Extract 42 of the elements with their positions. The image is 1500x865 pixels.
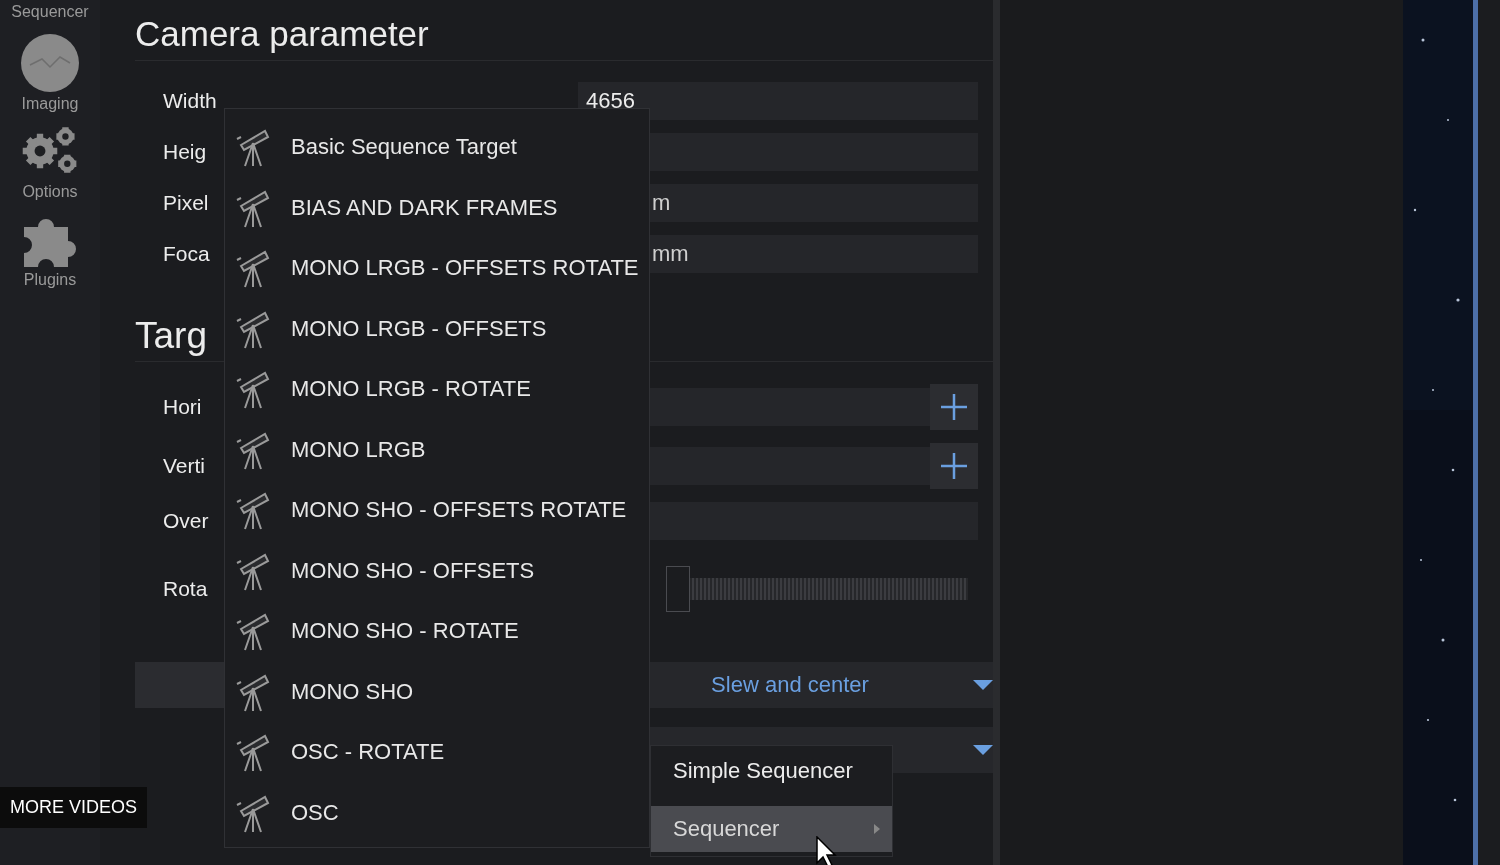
section-title: Targ <box>135 315 207 356</box>
caret-icon <box>973 745 993 755</box>
plus-icon <box>939 392 969 422</box>
pointer-cursor-icon <box>816 836 840 865</box>
field-label: Foca <box>163 242 210 265</box>
panel-splitter[interactable] <box>993 0 1000 865</box>
field-label: Pixel <box>163 191 209 214</box>
input-field[interactable]: 4656 <box>578 82 978 120</box>
menu-item[interactable]: MONO SHO - ROTATE <box>225 601 649 662</box>
increment-button[interactable] <box>930 384 978 430</box>
field-label: Heig <box>163 140 207 163</box>
telescope-icon <box>235 248 271 289</box>
sidebar-item[interactable]: Sequencer <box>2 3 98 21</box>
telescope-icon <box>235 490 271 531</box>
slider-thumb[interactable] <box>666 566 690 612</box>
increment-button[interactable] <box>930 443 978 489</box>
telescope-icon <box>235 611 271 652</box>
caret-icon <box>973 680 993 690</box>
menu-item[interactable]: MONO LRGB - ROTATE <box>225 359 649 420</box>
globe-icon <box>20 33 80 93</box>
menu-item[interactable]: Simple Sequencer <box>651 748 892 794</box>
field-label: Rota <box>163 577 208 600</box>
menu-item[interactable]: MONO SHO - OFFSETS <box>225 540 649 601</box>
menu-item[interactable]: MONO LRGB <box>225 419 649 480</box>
field-label: Verti <box>163 454 206 477</box>
menu-item[interactable]: Sequencer <box>651 806 892 852</box>
telescope-icon <box>235 732 271 773</box>
menu-item[interactable]: OSC - ROTATE <box>225 722 649 783</box>
menu-item[interactable]: MONO SHO - OFFSETS ROTATE <box>225 480 649 541</box>
sidebar-item[interactable]: Options <box>2 121 98 201</box>
field-label: Hori <box>163 395 202 418</box>
plus-icon <box>939 451 969 481</box>
telescope-icon <box>235 369 271 410</box>
telescope-icon <box>235 127 271 168</box>
field-label: Over <box>163 509 209 532</box>
menu-item[interactable]: Basic Sequence Target <box>225 117 649 178</box>
field-label: Width <box>163 89 217 112</box>
more-videos-button[interactable]: MORE VIDEOS <box>0 787 147 828</box>
sidebar-item[interactable]: Plugins <box>2 209 98 289</box>
sidebar-item[interactable]: Imaging <box>2 33 98 113</box>
menu-item[interactable]: OSC <box>225 782 649 843</box>
menu-item[interactable]: MONO LRGB - OFFSETS <box>225 298 649 359</box>
